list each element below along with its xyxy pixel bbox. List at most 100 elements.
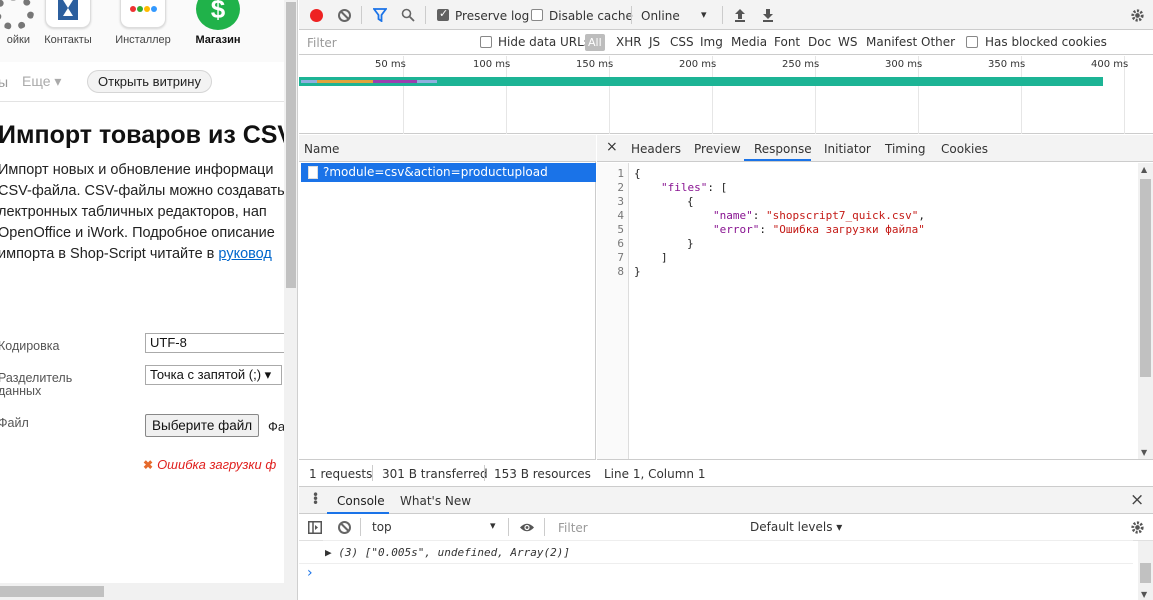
divider xyxy=(361,6,362,24)
requests-panel: Name ?module=csv&action=productupload 1 … xyxy=(299,135,596,485)
line-number: 7 xyxy=(617,251,624,264)
more-tabs-icon[interactable]: • • • xyxy=(312,489,319,509)
export-har-button[interactable] xyxy=(759,6,777,24)
tab-console[interactable]: Console xyxy=(337,494,385,508)
context-arrow[interactable]: ▾ xyxy=(490,519,496,532)
throttling-arrow[interactable]: ▾ xyxy=(701,8,707,21)
filter-input[interactable]: Filter xyxy=(302,33,466,52)
type-filter-css[interactable]: CSS xyxy=(670,35,694,49)
type-filter-manifest[interactable]: Manifest xyxy=(866,35,917,49)
tab-initiator[interactable]: Initiator xyxy=(824,142,871,156)
close-detail-button[interactable]: × xyxy=(606,139,618,155)
app-shop[interactable]: $ Магазин xyxy=(183,0,253,62)
error-icon: ✖ xyxy=(143,458,154,472)
type-filter-js[interactable]: JS xyxy=(649,35,660,49)
preserve-log-checkbox[interactable] xyxy=(437,7,449,21)
throttling-select[interactable]: Online xyxy=(641,9,680,23)
console-output[interactable]: ▶ (3) ["0.005s", undefined, Array(2)] › … xyxy=(299,540,1153,600)
description-line: Импорт новых и обновление информаци xyxy=(0,162,274,178)
waterfall-bar xyxy=(317,80,373,83)
console-log-entry[interactable]: ▶ (3) ["0.005s", undefined, Array(2)] xyxy=(325,546,570,559)
type-filter-media[interactable]: Media xyxy=(731,35,767,49)
type-filter-all[interactable]: All xyxy=(585,34,605,51)
scroll-thumb[interactable] xyxy=(286,2,296,288)
response-scrollbar[interactable]: ▲ ▼ xyxy=(1138,163,1153,459)
scroll-thumb[interactable] xyxy=(0,586,104,597)
tab-whats-new[interactable]: What's New xyxy=(400,494,471,508)
type-filter-xhr[interactable]: XHR xyxy=(616,35,642,49)
gear-icon xyxy=(0,0,34,30)
app-contacts[interactable]: Контакты xyxy=(33,0,103,62)
code-line: "name": "shopscript7_quick.csv", xyxy=(713,209,925,222)
scroll-down-arrow[interactable]: ▼ xyxy=(1141,590,1147,599)
scroll-down-arrow[interactable]: ▼ xyxy=(1141,448,1147,457)
scroll-thumb[interactable] xyxy=(1140,563,1151,583)
tick-label: 150 ms xyxy=(576,59,614,70)
line-number: 4 xyxy=(617,209,624,222)
tab-response[interactable]: Response xyxy=(754,142,812,156)
type-filter-img[interactable]: Img xyxy=(700,35,723,49)
search-button[interactable] xyxy=(399,6,417,24)
console-scrollbar[interactable]: ▼ xyxy=(1138,541,1153,600)
record-button[interactable] xyxy=(307,6,325,24)
file-label: Файл xyxy=(0,416,29,430)
tab-preview[interactable]: Preview xyxy=(694,142,741,156)
log-levels-select[interactable]: Default levels ▾ xyxy=(750,520,842,534)
divider xyxy=(544,518,545,536)
blocked-cookies-checkbox[interactable] xyxy=(966,36,978,48)
divider xyxy=(508,518,509,536)
clear-console-button[interactable] xyxy=(335,518,353,536)
type-filter-font[interactable]: Font xyxy=(774,35,800,49)
import-har-button[interactable] xyxy=(731,6,749,24)
console-filter-input[interactable]: Filter xyxy=(558,521,588,535)
contacts-icon xyxy=(45,0,91,28)
filter-toggle-button[interactable] xyxy=(371,6,389,24)
type-filter-other[interactable]: Other xyxy=(921,35,955,49)
hide-data-urls-checkbox[interactable] xyxy=(480,36,492,48)
tab-cookies[interactable]: Cookies xyxy=(941,142,988,156)
line-number: 2 xyxy=(617,181,624,194)
console-settings-button[interactable] xyxy=(1128,518,1146,536)
line-number-gutter: 1 2 3 4 5 6 7 8 xyxy=(597,163,629,459)
open-storefront-button[interactable]: Открыть витрину xyxy=(87,70,212,93)
timeline-overview[interactable]: 50 ms 100 ms 150 ms 200 ms 250 ms 300 ms… xyxy=(299,56,1153,134)
context-select[interactable]: top xyxy=(372,520,392,534)
app-installer[interactable]: Инсталлер xyxy=(108,0,178,62)
separator-select[interactable]: Точка с запятой (;) ▾ xyxy=(145,365,282,385)
disable-cache-checkbox[interactable] xyxy=(531,9,543,21)
page-vertical-scrollbar[interactable] xyxy=(284,0,297,583)
settings-button[interactable] xyxy=(1128,6,1146,24)
line-number: 1 xyxy=(617,167,624,180)
live-expression-button[interactable] xyxy=(518,518,536,536)
encoding-input[interactable]: UTF-8 xyxy=(145,333,295,353)
clipped-log-line xyxy=(323,536,1133,541)
subnav-item[interactable]: ы xyxy=(0,74,8,90)
type-filter-ws[interactable]: WS xyxy=(838,35,857,49)
type-filter-doc[interactable]: Doc xyxy=(808,35,831,49)
more-menu[interactable]: Еще ▾ xyxy=(22,73,61,90)
divider xyxy=(722,6,723,24)
gear-icon xyxy=(1130,520,1144,534)
file-status: Фа xyxy=(268,419,286,434)
clear-button[interactable] xyxy=(335,6,353,24)
close-drawer-button[interactable]: × xyxy=(1130,490,1144,510)
code-line: "error": "Ошибка загрузки файла" xyxy=(713,223,925,236)
description-line-with-link: импорта в Shop-Script читайте в руковод xyxy=(0,244,297,265)
tab-headers[interactable]: Headers xyxy=(631,142,681,156)
sidebar-toggle-button[interactable] xyxy=(306,518,324,536)
request-row[interactable]: ?module=csv&action=productupload xyxy=(301,163,596,182)
console-prompt[interactable]: › xyxy=(307,565,313,581)
scroll-thumb[interactable] xyxy=(1140,179,1151,377)
page-horizontal-scrollbar[interactable] xyxy=(0,583,297,600)
json-value: "Ошибка загрузки файла" xyxy=(772,223,925,236)
tab-timing[interactable]: Timing xyxy=(885,142,926,156)
scroll-up-arrow[interactable]: ▲ xyxy=(1141,165,1147,174)
name-column-header[interactable]: Name xyxy=(299,135,596,162)
resources-size: 153 B resources xyxy=(494,467,591,481)
choose-file-button[interactable]: Выберите файл xyxy=(145,414,260,437)
divider xyxy=(299,563,1133,564)
divider xyxy=(372,465,373,481)
clear-icon xyxy=(337,8,351,22)
manual-link[interactable]: руковод xyxy=(218,246,271,262)
line-number: 8 xyxy=(617,265,624,278)
